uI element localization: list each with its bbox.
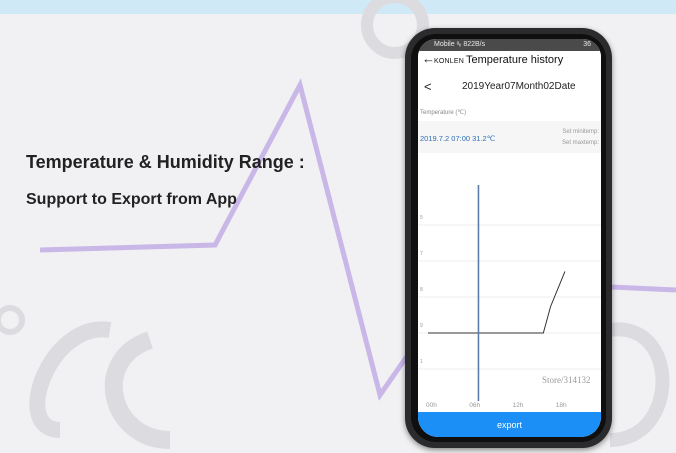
reading-panel: 2019.7.2 07:00 31.2℃ Set minitemp: Set m…: [418, 121, 601, 153]
x-tick-label: 18h: [556, 402, 567, 409]
y-tick-label: 1: [420, 359, 423, 365]
y-tick-label: 8: [420, 287, 423, 293]
status-bar: Mobile ᵃᵢᵢ 822B/s 36: [418, 39, 601, 51]
status-carrier: Mobile ᵃᵢᵢ 822B/s: [434, 41, 486, 48]
y-tick-label: 9: [420, 323, 423, 329]
status-battery: 36: [583, 41, 591, 48]
unit-label: Temperature (℃): [420, 110, 467, 116]
x-tick-label: 00h: [426, 402, 437, 409]
phone-mockup: Mobile ᵃᵢᵢ 822B/s 36 ← KONLEN Temperature…: [405, 28, 612, 448]
promo-headline: Temperature & Humidity Range :: [26, 152, 305, 172]
chevron-left-icon[interactable]: <: [424, 79, 432, 94]
app-screen: Mobile ᵃᵢᵢ 822B/s 36 ← KONLEN Temperature…: [418, 39, 601, 437]
promo-text: Temperature & Humidity Range : Support t…: [26, 152, 305, 209]
x-tick-label: 12h: [513, 402, 524, 409]
store-watermark: Store/314132: [542, 375, 591, 385]
temperature-line: [428, 271, 566, 334]
date-label[interactable]: 2019Year07Month02Date: [462, 81, 576, 92]
app-title: KONLEN Temperature history: [434, 54, 563, 66]
promo-subheadline: Support to Export from App: [26, 191, 237, 208]
date-navigator: < 2019Year07Month02Date: [418, 77, 601, 99]
current-reading: 2019.7.2 07:00 31.2℃: [420, 134, 496, 143]
app-bar: ← KONLEN Temperature history: [418, 51, 601, 69]
set-min-temp[interactable]: Set minitemp:: [562, 129, 599, 135]
x-tick-label: 06h: [469, 402, 480, 409]
screen-title: Temperature history: [466, 54, 564, 66]
set-max-temp[interactable]: Set maxtemp:: [562, 140, 599, 146]
y-tick-label: 7: [420, 251, 423, 257]
export-button[interactable]: export: [418, 412, 601, 437]
brand-label: KONLEN: [434, 58, 464, 65]
y-tick-label: 5: [420, 215, 423, 221]
